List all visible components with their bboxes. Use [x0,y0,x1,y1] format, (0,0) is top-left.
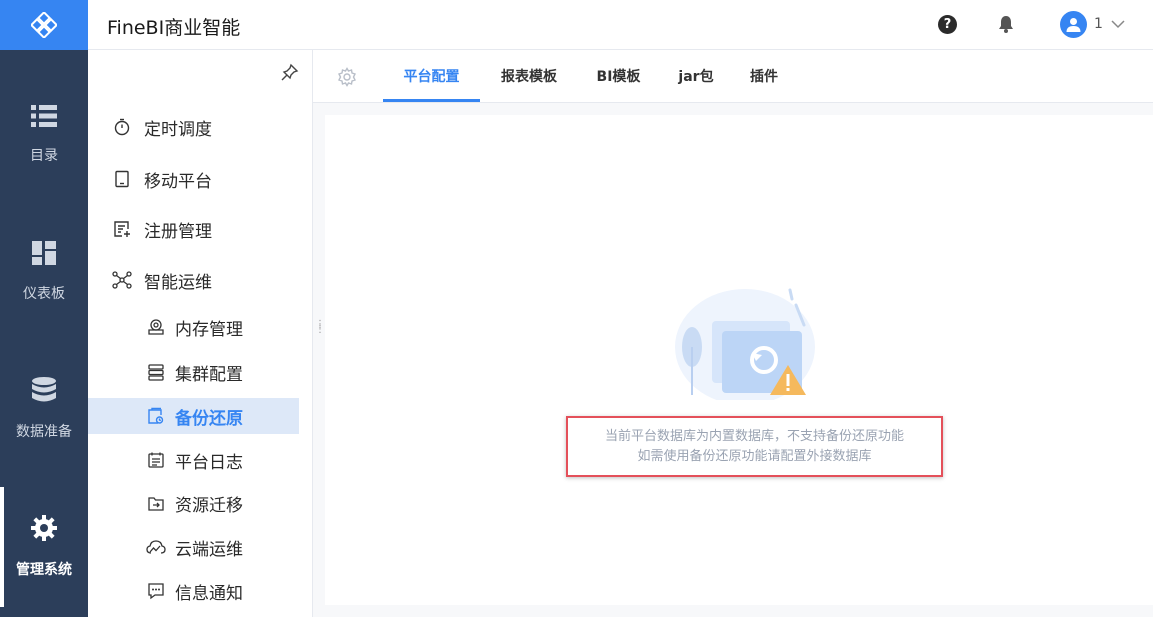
log-icon [148,452,164,468]
sidebar-item-label: 平台日志 [175,452,243,473]
top-header: FineBI商业智能 ? 1 [88,0,1153,50]
app-title: FineBI商业智能 [107,17,241,39]
list-icon [31,105,57,127]
sidebar-item-register[interactable]: 注册管理 [88,211,299,247]
sidebar-item-label: 内存管理 [175,319,243,340]
sidebar-item-label: 移动平台 [144,171,212,192]
tablet-icon [115,170,129,188]
rail-label: 仪表板 [23,286,65,302]
admin-sidebar: 定时调度 移动平台 注册管理 智能运维 内存管理 集群配置 备份还原 平台日志 … [88,50,313,617]
warning-line-1: 当前平台数据库为内置数据库，不支持备份还原功能 [604,428,904,444]
gear-icon [31,515,57,541]
tab-plugin[interactable]: 插件 [744,50,784,102]
logo-icon [31,12,57,38]
network-icon [112,271,132,289]
sidebar-item-label: 云端运维 [175,539,243,560]
migrate-icon [148,497,164,511]
rail-label: 目录 [30,148,58,164]
cloud-ops-icon [146,540,166,554]
rail-item-data-prep[interactable]: 数据准备 [0,349,88,469]
sidebar-item-label: 智能运维 [144,272,212,293]
rail-item-catalog[interactable]: 目录 [0,75,88,195]
user-icon [1066,18,1081,32]
app-logo[interactable] [0,0,88,50]
sidebar-item-memory[interactable]: 内存管理 [88,309,299,345]
tab-bi-template[interactable]: BI模板 [591,50,646,102]
timer-icon [114,118,130,136]
dashboard-icon [32,241,56,265]
main-rail: 目录 仪表板 数据准备 管理系统 [0,0,88,617]
tab-platform-config[interactable]: 平台配置 [383,50,480,102]
sidebar-item-label: 集群配置 [175,364,243,385]
rail-item-dashboard[interactable]: 仪表板 [0,212,88,332]
sidebar-item-message[interactable]: 信息通知 [88,573,299,609]
sidebar-item-label: 定时调度 [144,119,212,140]
empty-state-illustration [675,288,815,400]
settings-gear-icon[interactable] [337,67,357,87]
sidebar-item-log[interactable]: 平台日志 [88,442,299,478]
sidebar-resize-handle[interactable]: ⋮ ⋮ [315,320,325,342]
backup-icon [148,407,164,424]
sidebar-item-migrate[interactable]: 资源迁移 [88,485,299,521]
tab-report-template[interactable]: 报表模板 [494,50,564,102]
avatar[interactable] [1060,11,1087,38]
warning-line-2: 如需使用备份还原功能请配置外接数据库 [637,448,872,464]
help-icon[interactable]: ? [938,15,957,34]
database-icon [32,377,56,402]
sidebar-item-label: 信息通知 [175,583,243,604]
main-content: 当前平台数据库为内置数据库，不支持备份还原功能 如需使用备份还原功能请配置外接数… [325,115,1153,605]
sidebar-item-backup[interactable]: 备份还原 [88,398,299,434]
tab-jar[interactable]: jar包 [671,50,721,102]
memory-icon [148,319,164,335]
sidebar-item-label: 注册管理 [144,221,212,242]
rail-label: 数据准备 [16,424,72,440]
chevron-down-icon[interactable] [1110,16,1126,32]
rail-item-admin[interactable]: 管理系统 [0,487,88,607]
tab-bar: 平台配置 报表模板 BI模板 jar包 插件 [313,50,1153,103]
pin-icon[interactable] [281,63,299,81]
sidebar-item-cloud-ops[interactable]: 云端运维 [88,529,299,565]
sidebar-item-schedule[interactable]: 定时调度 [88,109,299,145]
sidebar-item-label: 备份还原 [175,408,243,429]
bell-icon[interactable] [998,15,1014,33]
warning-message-box: 当前平台数据库为内置数据库，不支持备份还原功能 如需使用备份还原功能请配置外接数… [566,416,943,477]
register-icon [114,221,130,237]
rail-label: 管理系统 [16,562,72,578]
user-name: 1 [1094,16,1103,32]
sidebar-item-cluster[interactable]: 集群配置 [88,354,299,390]
sidebar-item-mobile[interactable]: 移动平台 [88,161,299,197]
message-icon [148,583,164,600]
sidebar-item-label: 资源迁移 [175,495,243,516]
sidebar-item-smart-ops[interactable]: 智能运维 [88,262,299,298]
cluster-icon [148,364,164,381]
